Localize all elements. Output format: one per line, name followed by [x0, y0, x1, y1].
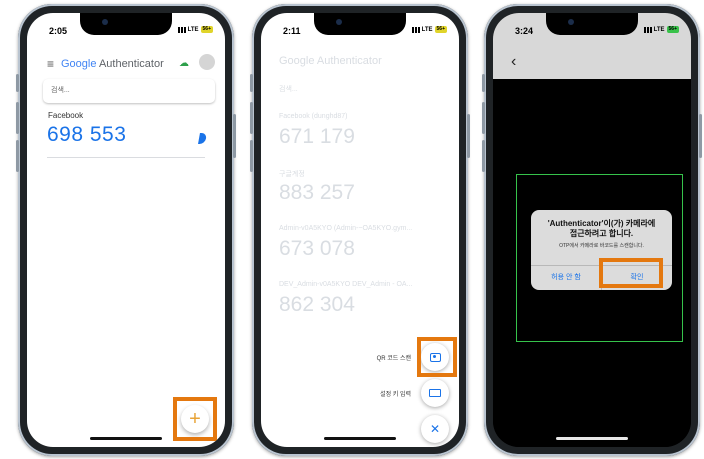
notch — [80, 13, 172, 35]
notch — [314, 13, 406, 35]
battery-icon: 56+ — [434, 26, 447, 33]
keyboard-icon — [429, 389, 441, 397]
close-action[interactable]: ✕ — [421, 415, 449, 443]
google-logo: Google — [61, 58, 97, 70]
signal-icon — [411, 26, 420, 33]
status-time: 3:24 — [515, 26, 534, 36]
account-name: Admin-v0A5KYO (Admin-~OA5KYO.gym... — [279, 225, 413, 232]
battery-icon: 56+ — [666, 26, 679, 33]
otp-code[interactable]: 698 553 — [47, 123, 126, 147]
network-label: LTE — [421, 26, 433, 33]
screen-1: 2:05 LTE 56+ ≡ Google Authenticator ☁ 검색.… — [27, 13, 225, 447]
home-indicator — [556, 437, 628, 440]
timer-icon — [198, 133, 207, 144]
phone-frame-3: 3:24 LTE 56+ ‹ 'Authenticator'이(가) 카메라에 접근… — [482, 4, 702, 456]
app-title: Google Authenticator — [279, 55, 382, 67]
dialog-title-line1: 'Authenticator'이(가) 카메라에 — [547, 219, 656, 228]
highlight-allow-button — [599, 258, 663, 288]
otp-code: 883 257 — [279, 181, 355, 204]
close-button[interactable]: ✕ — [421, 415, 449, 443]
search-input: 검색... — [279, 86, 298, 93]
deny-button[interactable]: 허용 안 함 — [531, 266, 601, 290]
network-label: LTE — [653, 26, 665, 33]
otp-code: 671 179 — [279, 125, 355, 148]
status-time: 2:11 — [283, 26, 301, 36]
enter-key-button[interactable] — [421, 379, 449, 407]
home-indicator — [324, 437, 396, 440]
account-name: 구글계정 — [279, 171, 305, 178]
app-title: Google Authenticator — [61, 58, 164, 70]
account-name: Facebook (dunghd87) — [279, 113, 348, 120]
divider — [47, 157, 205, 158]
status-time: 2:05 — [49, 26, 68, 36]
signal-icon — [177, 26, 186, 33]
screen-2: 2:11 LTE 56+ Google Authenticator 검색... F… — [261, 13, 459, 447]
otp-code: 673 078 — [279, 237, 355, 260]
back-chevron-icon[interactable]: ‹ — [511, 53, 516, 71]
dialog-message: OTP에서 카메라로 바코드를 스캔합니다. — [559, 243, 644, 249]
signal-icon — [643, 26, 652, 33]
phone-frame-2: 2:11 LTE 56+ Google Authenticator 검색... F… — [250, 4, 470, 456]
battery-icon: 56+ — [200, 26, 213, 33]
screen-3: 3:24 LTE 56+ ‹ 'Authenticator'이(가) 카메라에 접근… — [493, 13, 691, 447]
notch — [546, 13, 638, 35]
dialog-title-line2: 접근하려고 합니다. — [569, 229, 634, 238]
app-bar: ≡ Google Authenticator ☁ — [27, 51, 225, 75]
account-name: DEV_Admin-v0A5KYO DEV_Admin - OA... — [279, 281, 413, 288]
enter-key-label: 설정 키 입력 — [380, 391, 411, 398]
menu-icon[interactable]: ≡ — [47, 57, 54, 71]
home-indicator — [90, 437, 162, 440]
search-input[interactable]: 검색... — [43, 79, 215, 103]
cloud-sync-icon[interactable]: ☁ — [179, 58, 189, 69]
close-icon: ✕ — [429, 422, 441, 436]
otp-code: 862 304 — [279, 293, 355, 316]
enter-key-action[interactable]: 설정 키 입력 — [380, 379, 449, 407]
highlight-qr-scan — [417, 337, 457, 377]
phone-frame-1: 2:05 LTE 56+ ≡ Google Authenticator ☁ 검색.… — [16, 4, 236, 456]
account-name: Facebook — [48, 111, 84, 120]
highlight-add-button — [173, 397, 217, 441]
avatar[interactable] — [199, 54, 215, 70]
qr-scan-label: QR 코드 스캔 — [376, 355, 411, 362]
network-label: LTE — [187, 26, 199, 33]
